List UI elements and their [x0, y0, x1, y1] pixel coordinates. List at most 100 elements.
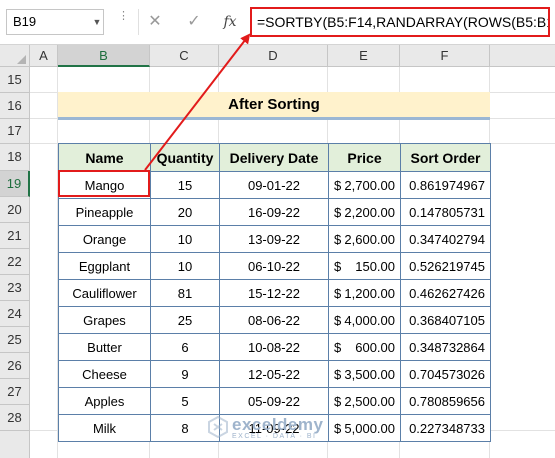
row-header-29[interactable]: [0, 431, 30, 458]
grip-icon[interactable]: ⋮: [118, 11, 129, 30]
row-header-28[interactable]: 28: [0, 405, 30, 431]
cell-sort-order[interactable]: 0.861974967: [400, 171, 491, 199]
table-row: Apples 5 05-09-22 $2,500.00 0.780859656: [58, 387, 491, 415]
cell-sort-order[interactable]: 0.227348733: [400, 414, 491, 442]
formula-input[interactable]: =SORTBY(B5:F14,RANDARRAY(ROWS(B5:B14))): [250, 7, 550, 37]
enter-icon[interactable]: ✓: [180, 9, 208, 35]
cell-price[interactable]: $2,500.00: [328, 387, 401, 415]
currency-symbol: $: [334, 258, 342, 274]
header-name[interactable]: Name: [58, 143, 151, 172]
cell-delivery-date[interactable]: 13-09-22: [219, 225, 329, 253]
currency-symbol: $: [334, 177, 342, 193]
table-row: Pineapple 20 16-09-22 $2,200.00 0.147805731: [58, 198, 491, 226]
price-value: 2,600.00: [344, 231, 395, 247]
cell-sort-order[interactable]: 0.704573026: [400, 360, 491, 388]
cell-name[interactable]: Milk: [58, 414, 151, 442]
column-header-d[interactable]: D: [219, 45, 328, 67]
cell-quantity[interactable]: 15: [150, 171, 220, 199]
column-header-e[interactable]: E: [328, 45, 400, 67]
cell-sort-order[interactable]: 0.347402794: [400, 225, 491, 253]
chevron-down-icon[interactable]: ▼: [90, 9, 104, 35]
cell-quantity[interactable]: 20: [150, 198, 220, 226]
cell-delivery-date[interactable]: 16-09-22: [219, 198, 329, 226]
row-header-17[interactable]: 17: [0, 119, 30, 144]
price-value: 2,700.00: [344, 177, 395, 193]
cell-price[interactable]: $150.00: [328, 252, 401, 280]
row-header-26[interactable]: 26: [0, 353, 30, 379]
header-delivery-date[interactable]: Delivery Date: [219, 143, 329, 172]
currency-symbol: $: [334, 366, 342, 382]
cell-price[interactable]: $1,200.00: [328, 279, 401, 307]
formula-bar-divider: [138, 9, 139, 35]
cell-quantity[interactable]: 5: [150, 387, 220, 415]
column-header-a[interactable]: A: [30, 45, 58, 67]
cell-delivery-date[interactable]: 08-06-22: [219, 306, 329, 334]
cell-sort-order[interactable]: 0.348732864: [400, 333, 491, 361]
table-row: Cheese 9 12-05-22 $3,500.00 0.704573026: [58, 360, 491, 388]
row-header-23[interactable]: 23: [0, 275, 30, 301]
cell-quantity[interactable]: 9: [150, 360, 220, 388]
cell-sort-order[interactable]: 0.368407105: [400, 306, 491, 334]
cell-delivery-date[interactable]: 12-05-22: [219, 360, 329, 388]
cell-name[interactable]: Grapes: [58, 306, 151, 334]
cell-delivery-date[interactable]: 09-01-22: [219, 171, 329, 199]
cell-name[interactable]: Orange: [58, 225, 151, 253]
cell-price[interactable]: $2,200.00: [328, 198, 401, 226]
title-underline: [58, 117, 490, 120]
cell-name[interactable]: Cheese: [58, 360, 151, 388]
selected-cell-highlight: [58, 170, 150, 197]
row-header-15[interactable]: 15: [0, 67, 30, 93]
price-value: 5,000.00: [344, 420, 395, 436]
cell-quantity[interactable]: 6: [150, 333, 220, 361]
row-header-16[interactable]: 16: [0, 93, 30, 119]
row-header-22[interactable]: 22: [0, 249, 30, 275]
table-header-row: Name Quantity Delivery Date Price Sort O…: [58, 143, 491, 172]
row-header-24[interactable]: 24: [0, 301, 30, 327]
currency-symbol: $: [334, 312, 342, 328]
cell-name[interactable]: Eggplant: [58, 252, 151, 280]
cell-sort-order[interactable]: 0.780859656: [400, 387, 491, 415]
cell-delivery-date[interactable]: 10-08-22: [219, 333, 329, 361]
cell-price[interactable]: $600.00: [328, 333, 401, 361]
cell-quantity[interactable]: 10: [150, 225, 220, 253]
table-row: Butter 6 10-08-22 $600.00 0.348732864: [58, 333, 491, 361]
header-price[interactable]: Price: [328, 143, 401, 172]
price-value: 2,500.00: [344, 393, 395, 409]
table-row: Eggplant 10 06-10-22 $150.00 0.526219745: [58, 252, 491, 280]
column-header-b[interactable]: B: [58, 45, 150, 67]
sheet-title[interactable]: After Sorting: [58, 92, 490, 118]
cell-quantity[interactable]: 10: [150, 252, 220, 280]
row-header-19[interactable]: 19: [0, 171, 30, 197]
insert-function-icon[interactable]: fx: [216, 9, 244, 35]
column-header-f[interactable]: F: [400, 45, 490, 67]
cell-quantity[interactable]: 25: [150, 306, 220, 334]
cell-delivery-date[interactable]: 15-12-22: [219, 279, 329, 307]
cell-price[interactable]: $3,500.00: [328, 360, 401, 388]
cell-name[interactable]: Butter: [58, 333, 151, 361]
row-header-25[interactable]: 25: [0, 327, 30, 353]
cell-price[interactable]: $2,600.00: [328, 225, 401, 253]
row-header-21[interactable]: 21: [0, 223, 30, 249]
price-value: 3,500.00: [344, 366, 395, 382]
cell-name[interactable]: Apples: [58, 387, 151, 415]
header-sort-order[interactable]: Sort Order: [400, 143, 491, 172]
column-header-g[interactable]: [490, 45, 555, 67]
column-header-c[interactable]: C: [150, 45, 219, 67]
cell-quantity[interactable]: 81: [150, 279, 220, 307]
cell-price[interactable]: $4,000.00: [328, 306, 401, 334]
header-quantity[interactable]: Quantity: [150, 143, 220, 172]
row-header-27[interactable]: 27: [0, 379, 30, 405]
cell-sort-order[interactable]: 0.147805731: [400, 198, 491, 226]
cell-sort-order[interactable]: 0.462627426: [400, 279, 491, 307]
cell-price[interactable]: $2,700.00: [328, 171, 401, 199]
cell-price[interactable]: $5,000.00: [328, 414, 401, 442]
cell-delivery-date[interactable]: 05-09-22: [219, 387, 329, 415]
cell-name[interactable]: Cauliflower: [58, 279, 151, 307]
row-header-18[interactable]: 18: [0, 144, 30, 171]
cell-delivery-date[interactable]: 06-10-22: [219, 252, 329, 280]
row-header-20[interactable]: 20: [0, 197, 30, 223]
price-value: 2,200.00: [344, 204, 395, 220]
cell-name[interactable]: Pineapple: [58, 198, 151, 226]
cell-sort-order[interactable]: 0.526219745: [400, 252, 491, 280]
cancel-icon[interactable]: ✕: [141, 9, 169, 35]
